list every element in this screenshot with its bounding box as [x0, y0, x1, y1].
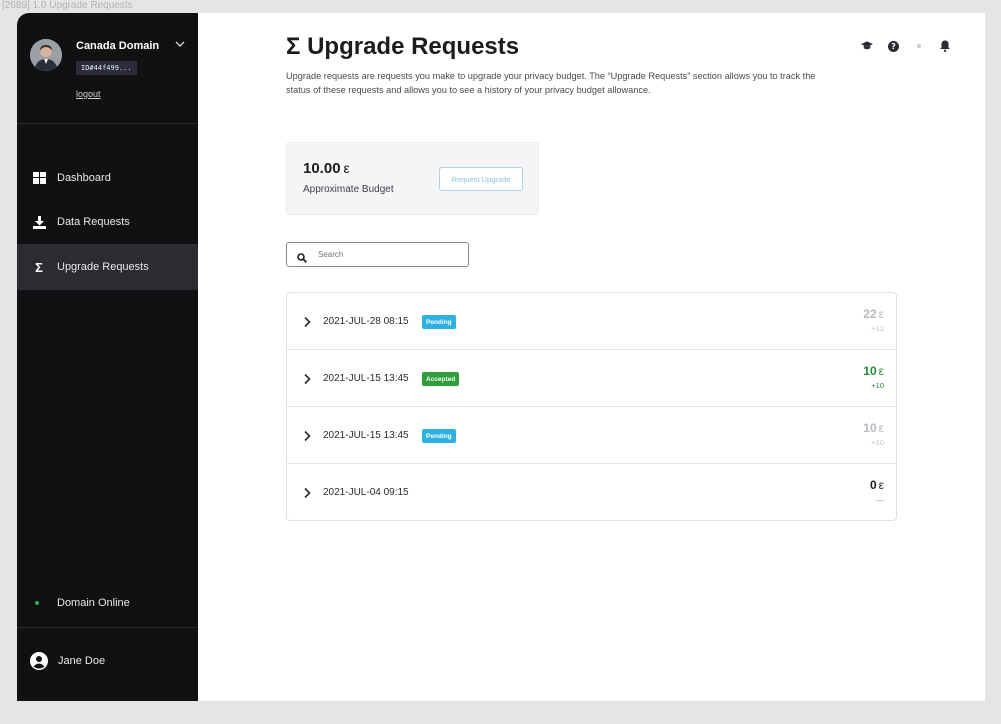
- bell-icon[interactable]: [939, 40, 951, 52]
- request-amount: 10 ε +10: [863, 364, 884, 390]
- epsilon-unit: ε: [878, 421, 884, 435]
- page-description: Upgrade requests are requests you make t…: [286, 71, 816, 95]
- amount-delta: +10: [871, 438, 884, 447]
- sidebar-item-label: Data Requests: [57, 216, 130, 228]
- amount-delta: +10: [871, 381, 884, 390]
- amount-value: 10: [863, 364, 877, 378]
- top-toolbar: ?: [861, 40, 951, 52]
- graduation-cap-icon[interactable]: [861, 40, 873, 52]
- domain-name: Canada Domain: [76, 40, 160, 52]
- request-row[interactable]: 2021-JUL-28 08:15 Pending 22 ε +12: [287, 293, 896, 350]
- user-circle-icon: [30, 652, 48, 670]
- budget-card: 10.00 ε Approximate Budget Request Upgrad…: [286, 142, 539, 215]
- chevron-right-icon[interactable]: [302, 372, 312, 385]
- upgrade-requests-list: 2021-JUL-28 08:15 Pending 22 ε +12 2021-J…: [286, 292, 897, 521]
- download-icon: [32, 215, 46, 229]
- online-dot-icon: [35, 600, 39, 605]
- request-row[interactable]: 2021-JUL-04 09:15 0ε —: [287, 464, 896, 520]
- amount-delta: —: [876, 495, 885, 504]
- sidebar: Canada Domain ID#44f499... logout Dashbo…: [17, 13, 198, 701]
- user-name: Jane Doe: [58, 655, 106, 667]
- main-content: Σ Upgrade Requests Upgrade requests are …: [198, 13, 985, 701]
- status-badge: Pending: [422, 315, 456, 329]
- chevron-right-icon[interactable]: [302, 315, 312, 328]
- sigma-icon: Σ: [35, 259, 43, 275]
- user-account[interactable]: Jane Doe: [17, 635, 198, 687]
- status-badge: Pending: [422, 429, 456, 443]
- epsilon-unit: ε: [878, 478, 884, 492]
- status-badge: Accepted: [422, 372, 460, 386]
- domain-status: Domain Online: [17, 578, 198, 628]
- sidebar-item-upgrade-requests[interactable]: Σ Upgrade Requests: [17, 244, 198, 290]
- dashboard-grid-icon: [32, 171, 46, 185]
- sidebar-item-label: Dashboard: [57, 172, 111, 184]
- chevron-down-icon[interactable]: [173, 37, 187, 51]
- epsilon-unit: ε: [878, 307, 884, 321]
- request-amount: 22 ε +12: [863, 307, 884, 333]
- budget-label: Approximate Budget: [303, 184, 394, 195]
- amount-value: 0: [869, 478, 877, 492]
- request-amount: 10 ε +10: [863, 421, 884, 447]
- request-date: 2021-JUL-28 08:15: [323, 316, 409, 327]
- search-input[interactable]: [318, 250, 458, 259]
- request-amount: 0ε —: [870, 478, 884, 504]
- domain-profile: Canada Domain ID#44f499... logout: [17, 13, 198, 124]
- svg-text:?: ?: [891, 42, 896, 51]
- sidebar-item-dashboard[interactable]: Dashboard: [17, 156, 198, 200]
- chevron-right-icon[interactable]: [302, 486, 312, 499]
- request-date: 2021-JUL-15 13:45: [323, 373, 409, 384]
- request-row[interactable]: 2021-JUL-15 13:45 Accepted 10 ε +10: [287, 350, 896, 407]
- sidebar-item-label: Upgrade Requests: [57, 261, 149, 273]
- budget-number: 10.00: [303, 160, 341, 177]
- page-title: Σ Upgrade Requests: [286, 33, 520, 60]
- help-circle-icon[interactable]: ?: [887, 40, 899, 52]
- request-upgrade-button[interactable]: Request Upgrade: [439, 167, 523, 191]
- request-date: 2021-JUL-04 09:15: [323, 487, 409, 498]
- domain-id-badge[interactable]: ID#44f499...: [76, 61, 137, 75]
- budget-value: 10.00 ε: [303, 160, 350, 177]
- logout-link[interactable]: logout: [76, 89, 101, 99]
- frame-label: [2689] 1.0 Upgrade Requests: [2, 0, 133, 11]
- app-window: Canada Domain ID#44f499... logout Dashbo…: [17, 13, 985, 701]
- domain-avatar[interactable]: [30, 39, 62, 71]
- search-box[interactable]: [286, 242, 469, 267]
- search-icon: [297, 250, 307, 263]
- dot-icon: [913, 40, 925, 52]
- status-label: Domain Online: [57, 596, 130, 609]
- sidebar-nav: Dashboard Data Requests Σ Upgrade Reques…: [17, 156, 198, 290]
- chevron-right-icon[interactable]: [302, 429, 312, 442]
- request-row[interactable]: 2021-JUL-15 13:45 Pending 10 ε +10: [287, 407, 896, 464]
- request-date: 2021-JUL-15 13:45: [323, 430, 409, 441]
- amount-value: 10: [863, 421, 877, 435]
- epsilon-unit: ε: [343, 160, 350, 176]
- amount-value: 22: [863, 307, 877, 321]
- sidebar-item-data-requests[interactable]: Data Requests: [17, 200, 198, 244]
- amount-delta: +12: [871, 324, 884, 333]
- epsilon-unit: ε: [878, 364, 884, 378]
